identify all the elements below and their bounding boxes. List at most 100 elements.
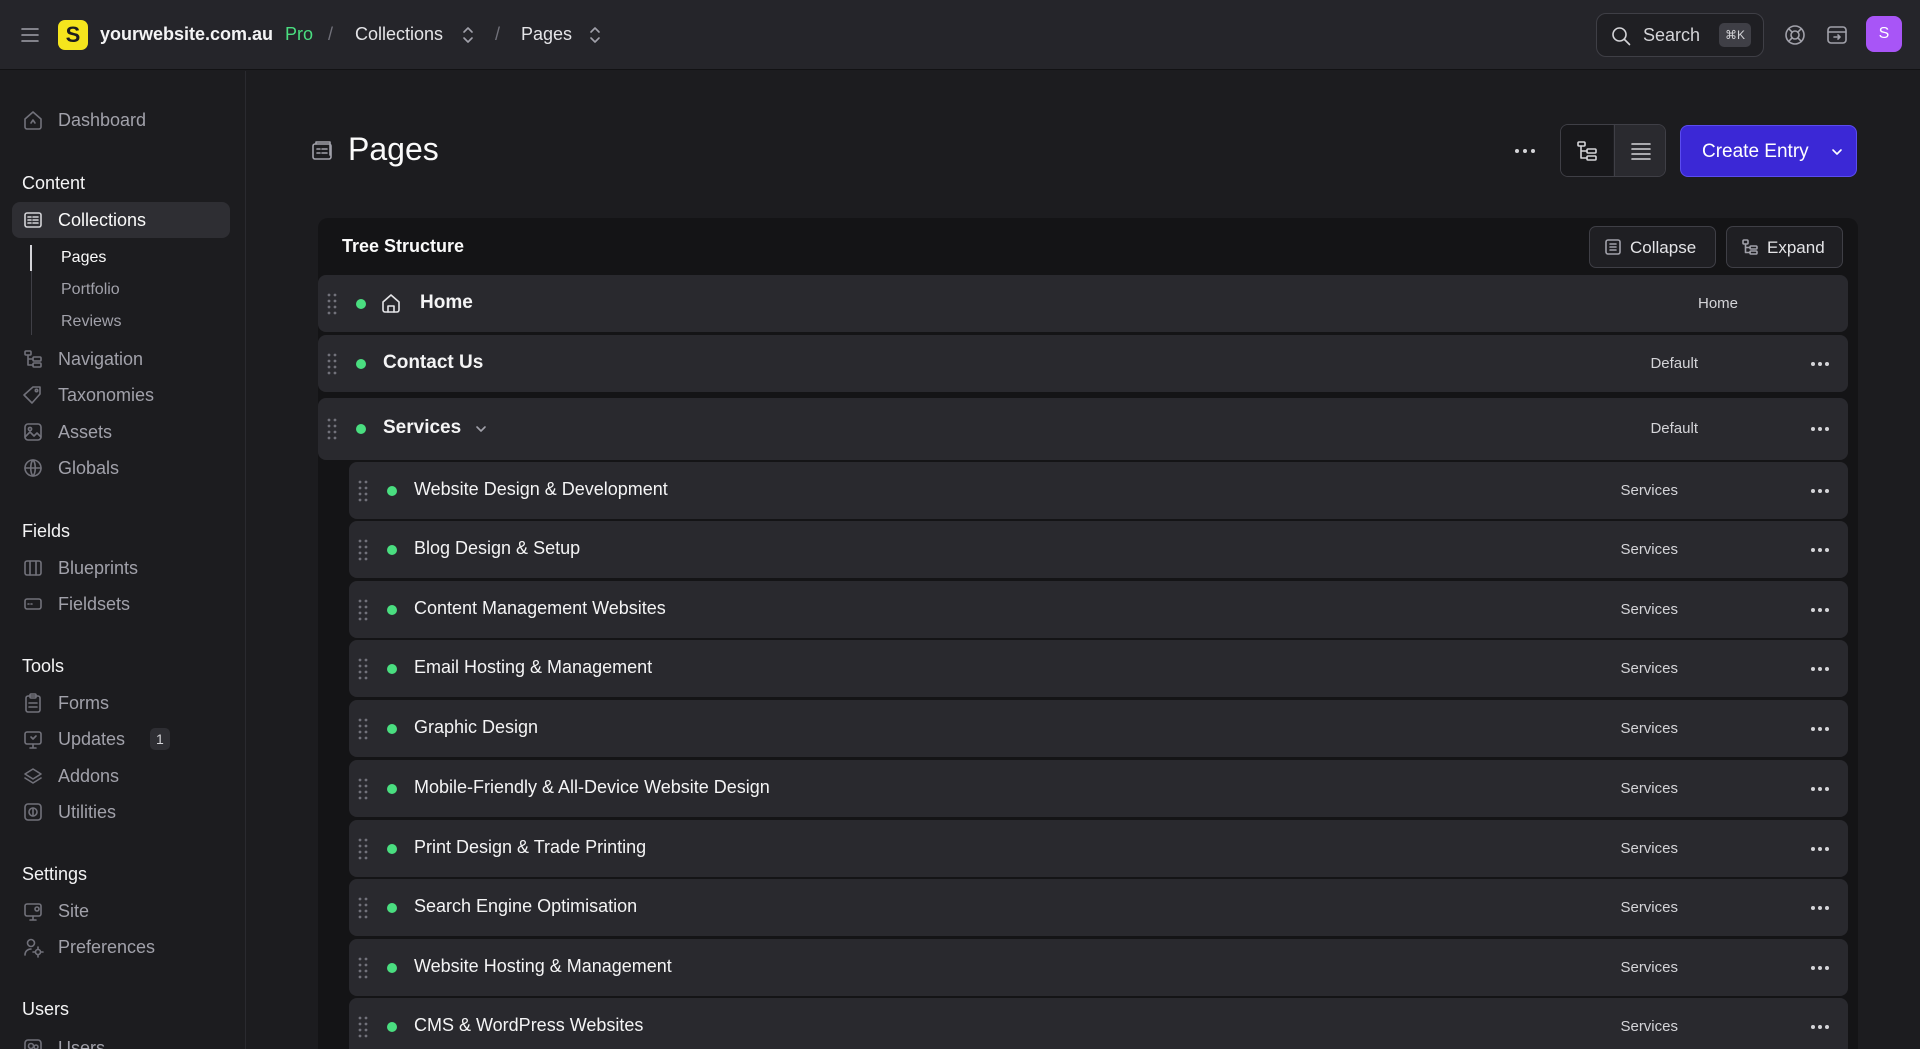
sidebar-item-preferences[interactable]: Preferences	[12, 929, 230, 965]
sidebar-item-assets[interactable]: Assets	[12, 414, 230, 450]
site-logo[interactable]: S	[58, 20, 88, 50]
published-status-dot	[387, 545, 397, 555]
sidebar-item-label: Assets	[58, 422, 113, 442]
drag-handle-icon[interactable]	[357, 657, 369, 681]
published-status-dot	[387, 1022, 397, 1032]
entry-title[interactable]: Graphic Design	[414, 717, 538, 738]
tree-row-child[interactable]: Website Design & Development Services	[349, 462, 1848, 519]
drag-handle-icon[interactable]	[357, 538, 369, 562]
drag-handle-icon[interactable]	[326, 352, 338, 376]
sidebar-item-fieldsets[interactable]: Fieldsets	[12, 586, 230, 622]
published-status-dot	[387, 605, 397, 615]
drag-handle-icon[interactable]	[326, 417, 338, 441]
sidebar-subitem-reviews[interactable]: Reviews	[61, 313, 121, 331]
chevron-down-icon[interactable]	[473, 421, 489, 437]
menu-icon[interactable]	[18, 23, 42, 47]
collapse-button[interactable]: Collapse	[1589, 226, 1716, 268]
row-actions-button[interactable]	[1807, 537, 1833, 563]
row-actions-button[interactable]	[1807, 351, 1833, 377]
sidebar-item-dashboard[interactable]: Dashboard	[12, 102, 230, 138]
breadcrumb-collections[interactable]: Collections	[355, 24, 443, 45]
tree-row-child[interactable]: Mobile-Friendly & All-Device Website Des…	[349, 760, 1848, 817]
sidebar-item-users[interactable]: Users	[12, 1030, 230, 1049]
site-name-link[interactable]: yourwebsite.com.au	[100, 24, 273, 45]
sidebar-heading-fields: Fields	[22, 521, 71, 541]
tree-row-child[interactable]: Print Design & Trade Printing Services	[349, 820, 1848, 877]
row-actions-button[interactable]	[1807, 597, 1833, 623]
view-site-icon[interactable]	[1825, 23, 1849, 47]
tree-row-child[interactable]: Email Hosting & Management Services	[349, 640, 1848, 697]
entry-title[interactable]: Content Management Websites	[414, 598, 666, 619]
expand-button[interactable]: Expand	[1726, 226, 1843, 268]
row-actions-button[interactable]	[1807, 836, 1833, 862]
sidebar-item-utilities[interactable]: Utilities	[12, 794, 230, 830]
row-actions-button[interactable]	[1807, 776, 1833, 802]
search-button[interactable]: Search ⌘K	[1596, 13, 1764, 57]
search-icon	[1610, 25, 1632, 47]
sidebar-item-label: Dashboard	[58, 110, 147, 130]
drag-handle-icon[interactable]	[357, 777, 369, 801]
row-actions-button[interactable]	[1807, 656, 1833, 682]
collapse-label: Collapse	[1630, 238, 1697, 257]
sidebar-item-collections[interactable]: Collections	[12, 202, 230, 238]
view-mode-toggle	[1560, 124, 1666, 177]
search-label: Search	[1643, 25, 1701, 45]
user-avatar[interactable]: S	[1866, 16, 1902, 52]
tree-row-contact-us[interactable]: Contact Us Default	[318, 335, 1848, 392]
entry-title[interactable]: Website Design & Development	[414, 479, 668, 500]
entry-title[interactable]: Search Engine Optimisation	[414, 896, 637, 917]
sidebar-item-globals[interactable]: Globals	[12, 450, 230, 486]
row-actions-button[interactable]	[1807, 416, 1833, 442]
sidebar-item-addons[interactable]: Addons	[12, 758, 230, 794]
help-lifebuoy-icon[interactable]	[1783, 23, 1807, 47]
entry-title[interactable]: Print Design & Trade Printing	[414, 837, 646, 858]
drag-handle-icon[interactable]	[357, 717, 369, 741]
tree-row-child[interactable]: CMS & WordPress Websites Services	[349, 998, 1848, 1049]
tree-row-child[interactable]: Content Management Websites Services	[349, 581, 1848, 638]
sidebar-item-forms[interactable]: Forms	[12, 685, 230, 721]
sidebar-item-updates[interactable]: Updates 1	[12, 721, 230, 757]
tree-row-home[interactable]: Home Home	[318, 275, 1848, 332]
row-actions-button[interactable]	[1807, 955, 1833, 981]
sidebar-subitem-portfolio[interactable]: Portfolio	[61, 281, 120, 299]
sidebar-item-navigation[interactable]: Navigation	[12, 341, 230, 377]
chevron-up-down-icon[interactable]	[586, 24, 604, 46]
tree-row-child[interactable]: Website Hosting & Management Services	[349, 939, 1848, 996]
drag-handle-icon[interactable]	[357, 956, 369, 980]
list-view-button[interactable]	[1614, 125, 1665, 176]
more-options-button[interactable]	[1510, 138, 1540, 164]
entry-title[interactable]: Blog Design & Setup	[414, 538, 580, 559]
sidebar-item-site[interactable]: Site	[12, 893, 230, 929]
sidebar-item-label: Collections	[58, 210, 147, 230]
chevron-up-down-icon[interactable]	[459, 24, 477, 46]
breadcrumb-pages[interactable]: Pages	[521, 24, 572, 45]
row-actions-button[interactable]	[1807, 716, 1833, 742]
entry-title[interactable]: Mobile-Friendly & All-Device Website Des…	[414, 777, 770, 798]
tree-row-services[interactable]: Services Default	[318, 398, 1848, 460]
entry-title[interactable]: CMS & WordPress Websites	[414, 1015, 643, 1036]
row-actions-button[interactable]	[1807, 895, 1833, 921]
drag-handle-icon[interactable]	[326, 292, 338, 316]
sidebar-subitem-pages[interactable]: Pages	[61, 249, 106, 267]
entry-title[interactable]: Contact Us	[383, 352, 483, 374]
row-actions-button[interactable]	[1807, 478, 1833, 504]
tree-row-child[interactable]: Graphic Design Services	[349, 700, 1848, 757]
entry-title[interactable]: Email Hosting & Management	[414, 657, 652, 678]
tree-view-button[interactable]	[1561, 125, 1613, 176]
sidebar-item-blueprints[interactable]: Blueprints	[12, 550, 230, 586]
entry-title[interactable]: Home	[420, 292, 473, 314]
drag-handle-icon[interactable]	[357, 896, 369, 920]
drag-handle-icon[interactable]	[357, 1015, 369, 1039]
entry-title[interactable]: Website Hosting & Management	[414, 956, 672, 977]
sidebar-item-taxonomies[interactable]: Taxonomies	[12, 377, 230, 413]
tree-row-child[interactable]: Search Engine Optimisation Services	[349, 879, 1848, 936]
drag-handle-icon[interactable]	[357, 479, 369, 503]
entry-title[interactable]: Services	[383, 417, 461, 439]
drag-handle-icon[interactable]	[357, 837, 369, 861]
row-actions-button[interactable]	[1807, 1014, 1833, 1040]
tree-row-child[interactable]: Blog Design & Setup Services	[349, 521, 1848, 578]
drag-handle-icon[interactable]	[357, 598, 369, 622]
entry-blueprint: Home	[1697, 295, 1738, 312]
create-entry-button[interactable]: Create Entry	[1680, 125, 1857, 177]
fieldset-icon	[22, 593, 44, 615]
